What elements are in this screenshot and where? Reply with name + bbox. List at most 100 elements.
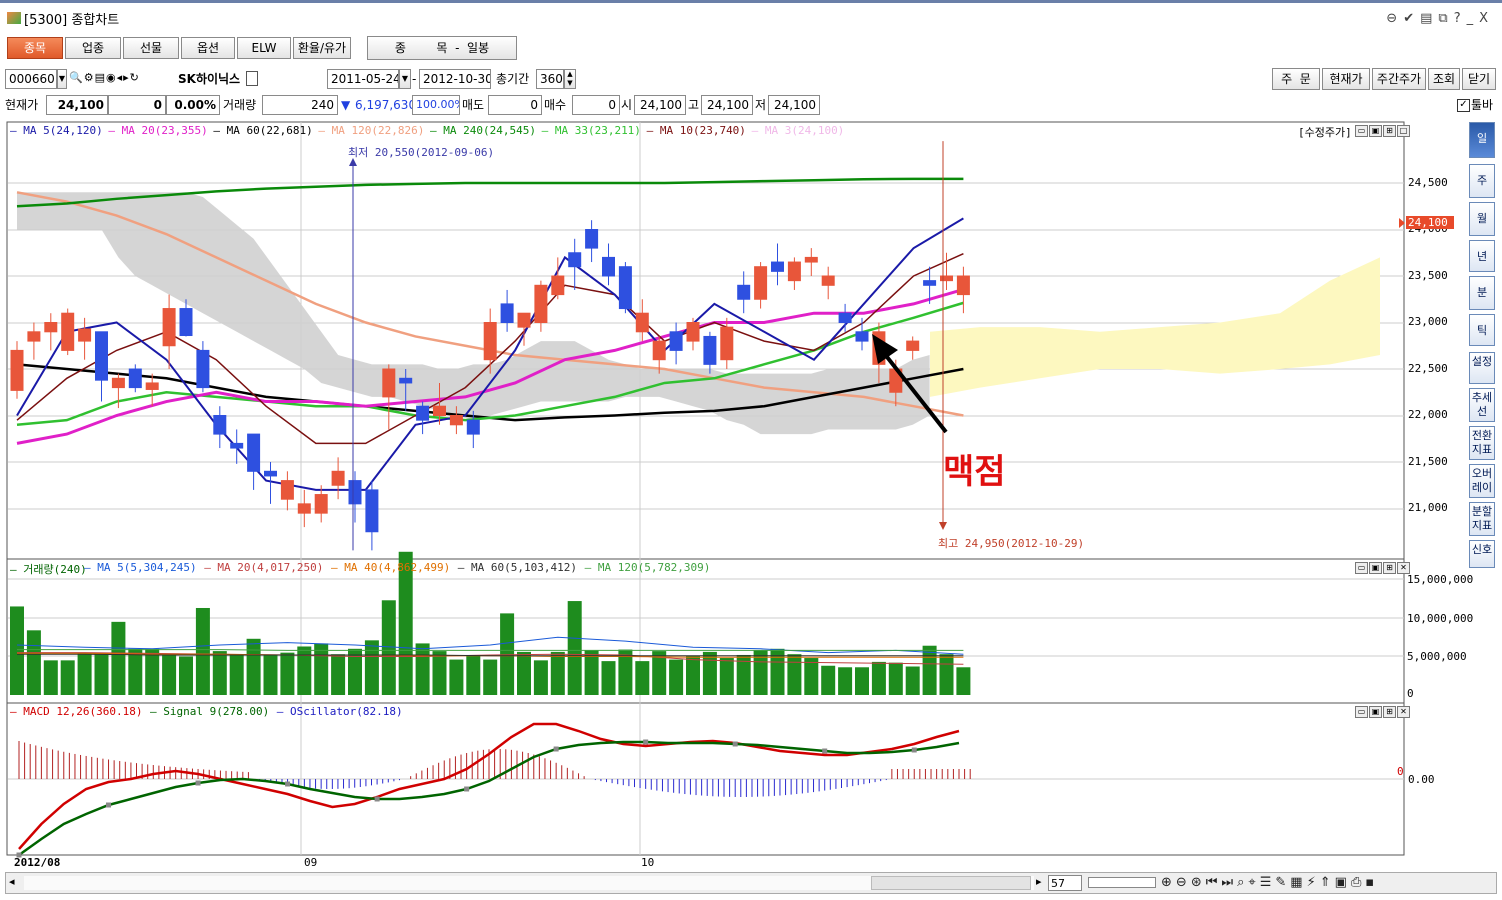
side-button-10[interactable]: 분할지표 [1469,502,1495,536]
side-button-7[interactable]: 추세선 [1469,388,1495,422]
query-button[interactable]: 조회 [1428,68,1460,90]
panel-close-icon[interactable]: ✕ [1397,706,1410,718]
signal-marker [195,780,201,786]
eye-icon[interactable]: ◉ [106,71,117,84]
side-button-2[interactable]: 월 [1469,202,1495,236]
search-icon[interactable]: 🔍 [69,71,84,84]
zoom-slider[interactable] [1088,877,1156,888]
period-selector[interactable]: 종 목 - 일봉 [367,36,517,60]
volume-bar [922,645,937,695]
legend-entry: — MA 33(23,211) [541,124,641,137]
side-button-3[interactable]: 년 [1469,240,1495,272]
start-date-input[interactable]: 2011-05-24 [327,69,399,89]
panel-max-icon[interactable]: ▣ [1369,706,1382,718]
panel-min-icon[interactable]: ▭ [1355,562,1368,574]
pen-icon[interactable]: ✎ [1275,875,1290,890]
weekly-price-button[interactable]: 주간주가 [1372,68,1426,90]
volume-bar [212,651,227,695]
signal-icon[interactable]: ⚡ [1307,875,1320,890]
settings-icon[interactable]: ⚙ [84,71,95,84]
magnify-icon[interactable]: ⌕ [1237,875,1248,890]
tab-fx-oil[interactable]: 환율/유가 [293,37,351,59]
candle-body [940,275,953,282]
side-button-6[interactable]: 설정 [1469,352,1495,384]
lines-icon[interactable]: ☰ [1260,875,1276,890]
candle-body [838,312,852,323]
volume-bar [466,654,481,695]
panel-min-icon[interactable]: ▭ [1355,125,1368,137]
total-period-input[interactable]: 360 [536,69,564,89]
side-button-9[interactable]: 오버레이 [1469,464,1495,498]
help-icon[interactable]: ? [1454,11,1467,26]
print-icon[interactable]: ⎙ [1351,875,1365,890]
panel-max-icon[interactable]: ▣ [1369,125,1382,137]
zoom-in-icon[interactable]: ⊕ [1161,875,1176,890]
tab-futures[interactable]: 선물 [123,37,179,59]
current-price-button[interactable]: 현재가 [1322,68,1370,90]
close-button[interactable]: X [1479,11,1494,26]
side-button-0[interactable]: 일 [1469,122,1495,158]
panel-max-icon[interactable]: ▣ [1369,562,1382,574]
panel-restore-icon[interactable]: ⊞ [1383,562,1396,574]
start-date-dropdown[interactable]: ▼ [399,69,411,89]
tab-industry[interactable]: 업종 [65,37,121,59]
check-icon[interactable]: ✔ [1403,11,1420,26]
candle-body [162,308,176,347]
scroll-right-icon[interactable]: ▸ [1036,875,1042,888]
toolbar-icons: 🔍⚙▤◉◂▸↻ [69,71,140,84]
side-button-5[interactable]: 틱 [1469,314,1495,346]
minimize-button[interactable]: _ [1467,11,1480,26]
candle-body [95,331,108,381]
copy-icon[interactable]: ⧉ [1438,11,1453,26]
volume-bar [601,661,616,695]
total-period-stepper[interactable]: ▲ ▼ [564,69,576,89]
panel-min-icon[interactable]: ▭ [1355,706,1368,718]
panel-close-icon[interactable]: □ [1397,125,1410,137]
zoom-fit-icon[interactable]: ⊛ [1191,875,1206,890]
side-button-4[interactable]: 분 [1469,276,1495,310]
candle-body [568,252,582,268]
tab-elw[interactable]: ELW [237,37,291,59]
save-icon[interactable]: ▣ [1335,875,1351,890]
volume-bar [517,651,531,695]
legend-entry: — MA 120(22,826) [318,124,425,137]
current-price-tag: 24,100 [1406,216,1454,229]
volume-bar [77,652,92,695]
side-button-11[interactable]: 신호 [1469,540,1495,568]
list-icon[interactable]: ▤ [95,71,106,84]
code-dropdown-button[interactable]: ▼ [57,69,67,89]
memo-icon[interactable] [246,71,258,86]
disk-icon[interactable]: ▪ [1365,875,1378,890]
side-button-1[interactable]: 주 [1469,164,1495,198]
close-chart-button[interactable]: 닫기 [1462,68,1496,90]
side-button-8[interactable]: 전환지표 [1469,426,1495,460]
order-button[interactable]: 주 문 [1272,68,1320,90]
window-title: [5300] 종합차트 [24,13,120,28]
scroll-left-icon[interactable]: ◂ [9,875,15,888]
volume-bar [567,601,582,695]
end-date-input[interactable]: 2012-10-30 [419,69,491,89]
print-icon[interactable]: ▤ [1420,11,1438,26]
last-icon[interactable]: ⏭ [1221,875,1237,890]
tab-options[interactable]: 옵션 [181,37,235,59]
count-field[interactable]: 57 [1048,875,1082,891]
crosshair-icon[interactable]: ⌖ [1248,875,1259,890]
toolbar-toggle-checkbox[interactable]: ✓ [1457,99,1470,112]
candle-body [635,312,649,333]
legend-entry: — MA 5(24,120) [10,124,103,137]
minimize-all-icon[interactable]: ⊖ [1386,11,1403,26]
refresh-icon[interactable]: ↻ [130,71,140,84]
tab-stock[interactable]: 종목 [7,37,63,59]
panel-restore-icon[interactable]: ⊞ [1383,125,1396,137]
candle-body [179,308,193,337]
scrollbar-thumb[interactable] [871,876,1031,890]
volume-bar [94,652,109,695]
first-icon[interactable]: ⏮ [1206,875,1222,890]
chart-canvas[interactable] [0,118,1465,870]
panel-restore-icon[interactable]: ⊞ [1383,706,1396,718]
candle-body [382,368,396,398]
stock-code-input[interactable]: 000660 [5,69,57,89]
grid-icon[interactable]: ▦ [1290,875,1306,890]
arrow-up-icon[interactable]: ⇑ [1320,875,1335,890]
zoom-out-icon[interactable]: ⊖ [1176,875,1191,890]
